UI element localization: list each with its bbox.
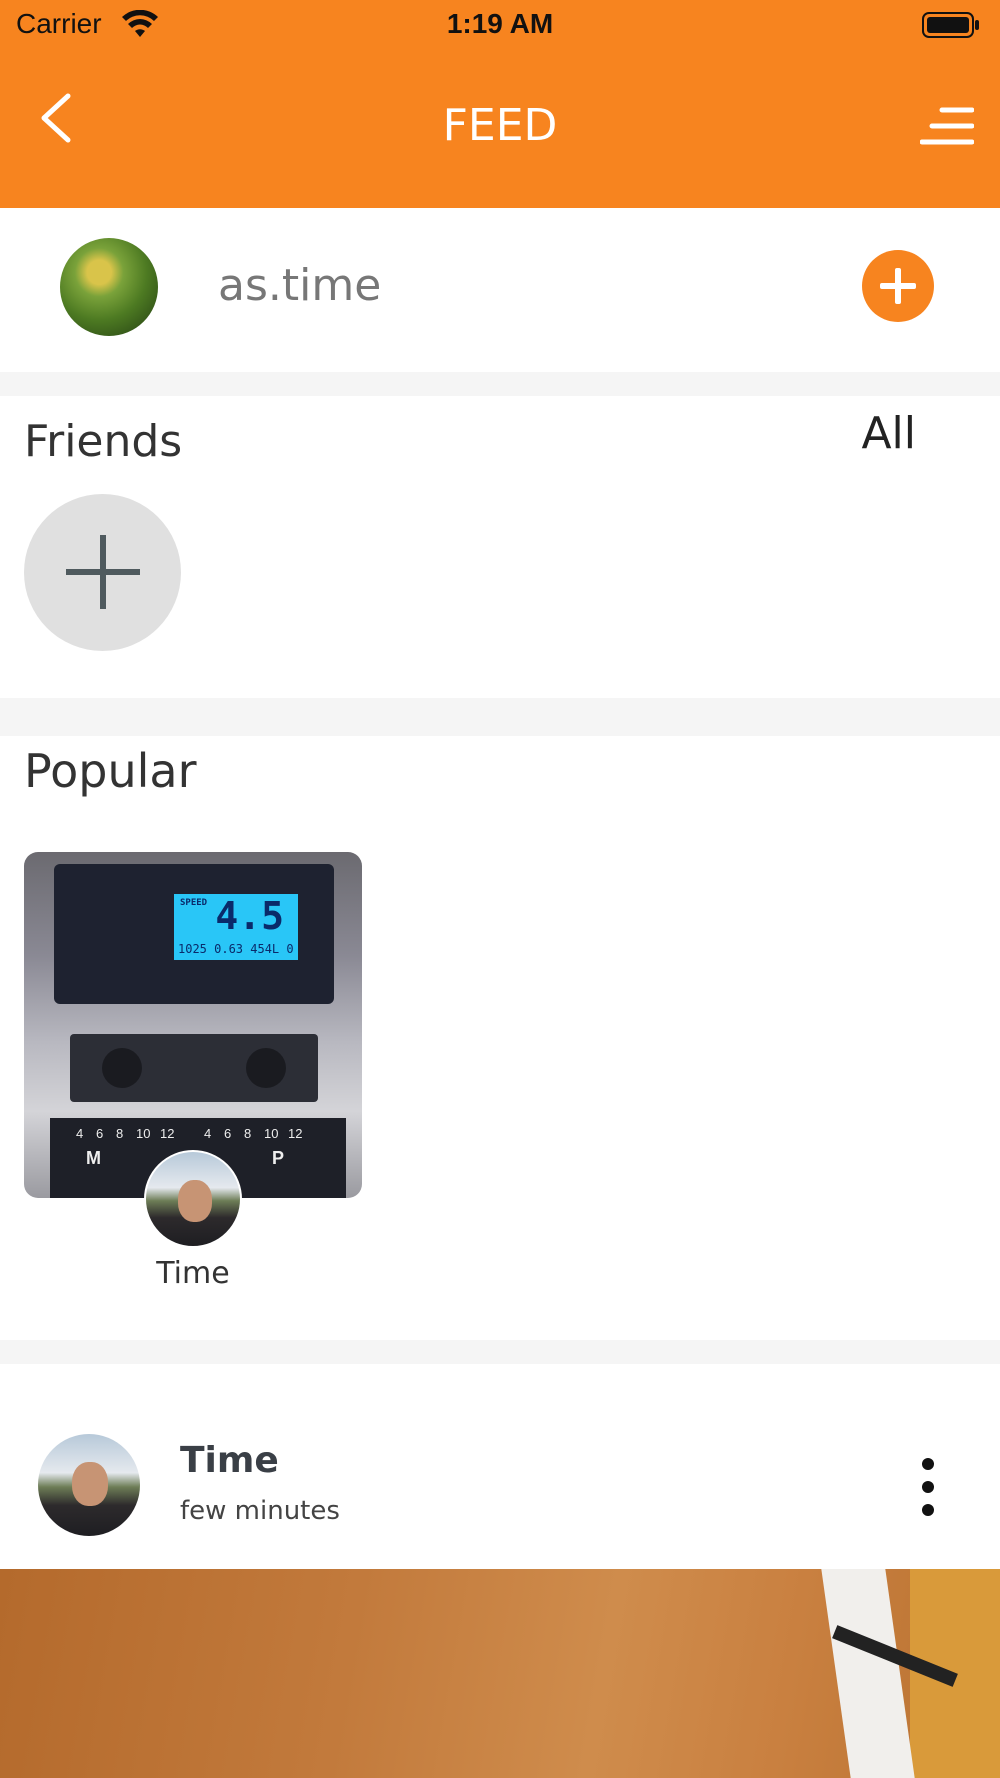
key-label: 6 [224, 1126, 232, 1141]
popular-item-author: Time [156, 1256, 230, 1291]
console-panel: SPEED 4.5 1025 0.63 454L 0 [54, 864, 334, 1004]
key-label: 10 [264, 1126, 279, 1141]
status-time: 1:19 AM [446, 8, 554, 39]
popular-section: Popular SPEED 4.5 1025 0.63 454L 0 4 6 8… [0, 736, 1000, 1340]
lcd-display: SPEED 4.5 1025 0.63 454L 0 [174, 894, 298, 960]
key-label: M [86, 1148, 101, 1168]
key-label: 6 [96, 1126, 104, 1141]
lcd-sub: 1025 0.63 454L 0 [178, 942, 294, 956]
lcd-value: 4.5 [215, 894, 284, 938]
key-label: P [272, 1148, 285, 1168]
avatar-face [72, 1462, 108, 1506]
page-title: FEED [442, 100, 558, 151]
friends-title: Friends [24, 416, 183, 467]
friends-all-link[interactable]: All [861, 408, 916, 459]
key-label: 4 [76, 1126, 84, 1141]
top-bar: Carrier 1:19 AM FEED [0, 0, 1000, 208]
post-author[interactable]: Time [180, 1440, 279, 1481]
speaker-right [246, 1048, 286, 1088]
avatar[interactable] [144, 1150, 242, 1248]
post-timestamp: few minutes [180, 1496, 340, 1526]
avatar[interactable] [60, 238, 158, 336]
avatar[interactable] [38, 1434, 140, 1536]
profile-row: as.time [0, 208, 1000, 372]
key-label: 4 [204, 1126, 212, 1141]
key-label: 12 [288, 1126, 303, 1141]
more-vertical-icon[interactable] [916, 1456, 940, 1518]
popular-title: Popular [24, 744, 197, 798]
key-label: 8 [244, 1126, 252, 1141]
post-image[interactable] [0, 1569, 1000, 1778]
key-label: 10 [136, 1126, 151, 1141]
profile-name: as.time [218, 260, 382, 311]
menu-icon[interactable] [920, 104, 974, 150]
add-post-button[interactable] [862, 250, 934, 322]
speaker-left [102, 1048, 142, 1088]
image-detail [821, 1569, 915, 1778]
key-label: 12 [160, 1126, 175, 1141]
lcd-label: SPEED [180, 898, 208, 908]
battery-icon [922, 12, 979, 38]
feed-post: Time few minutes [0, 1364, 1000, 1778]
speaker-panel [70, 1034, 318, 1102]
popular-item-image[interactable]: SPEED 4.5 1025 0.63 454L 0 4 6 8 10 12 4… [24, 852, 362, 1198]
friends-section: Friends All [0, 396, 1000, 698]
key-label: 8 [116, 1126, 124, 1141]
avatar-face [178, 1180, 212, 1222]
add-friend-button[interactable] [24, 494, 181, 651]
